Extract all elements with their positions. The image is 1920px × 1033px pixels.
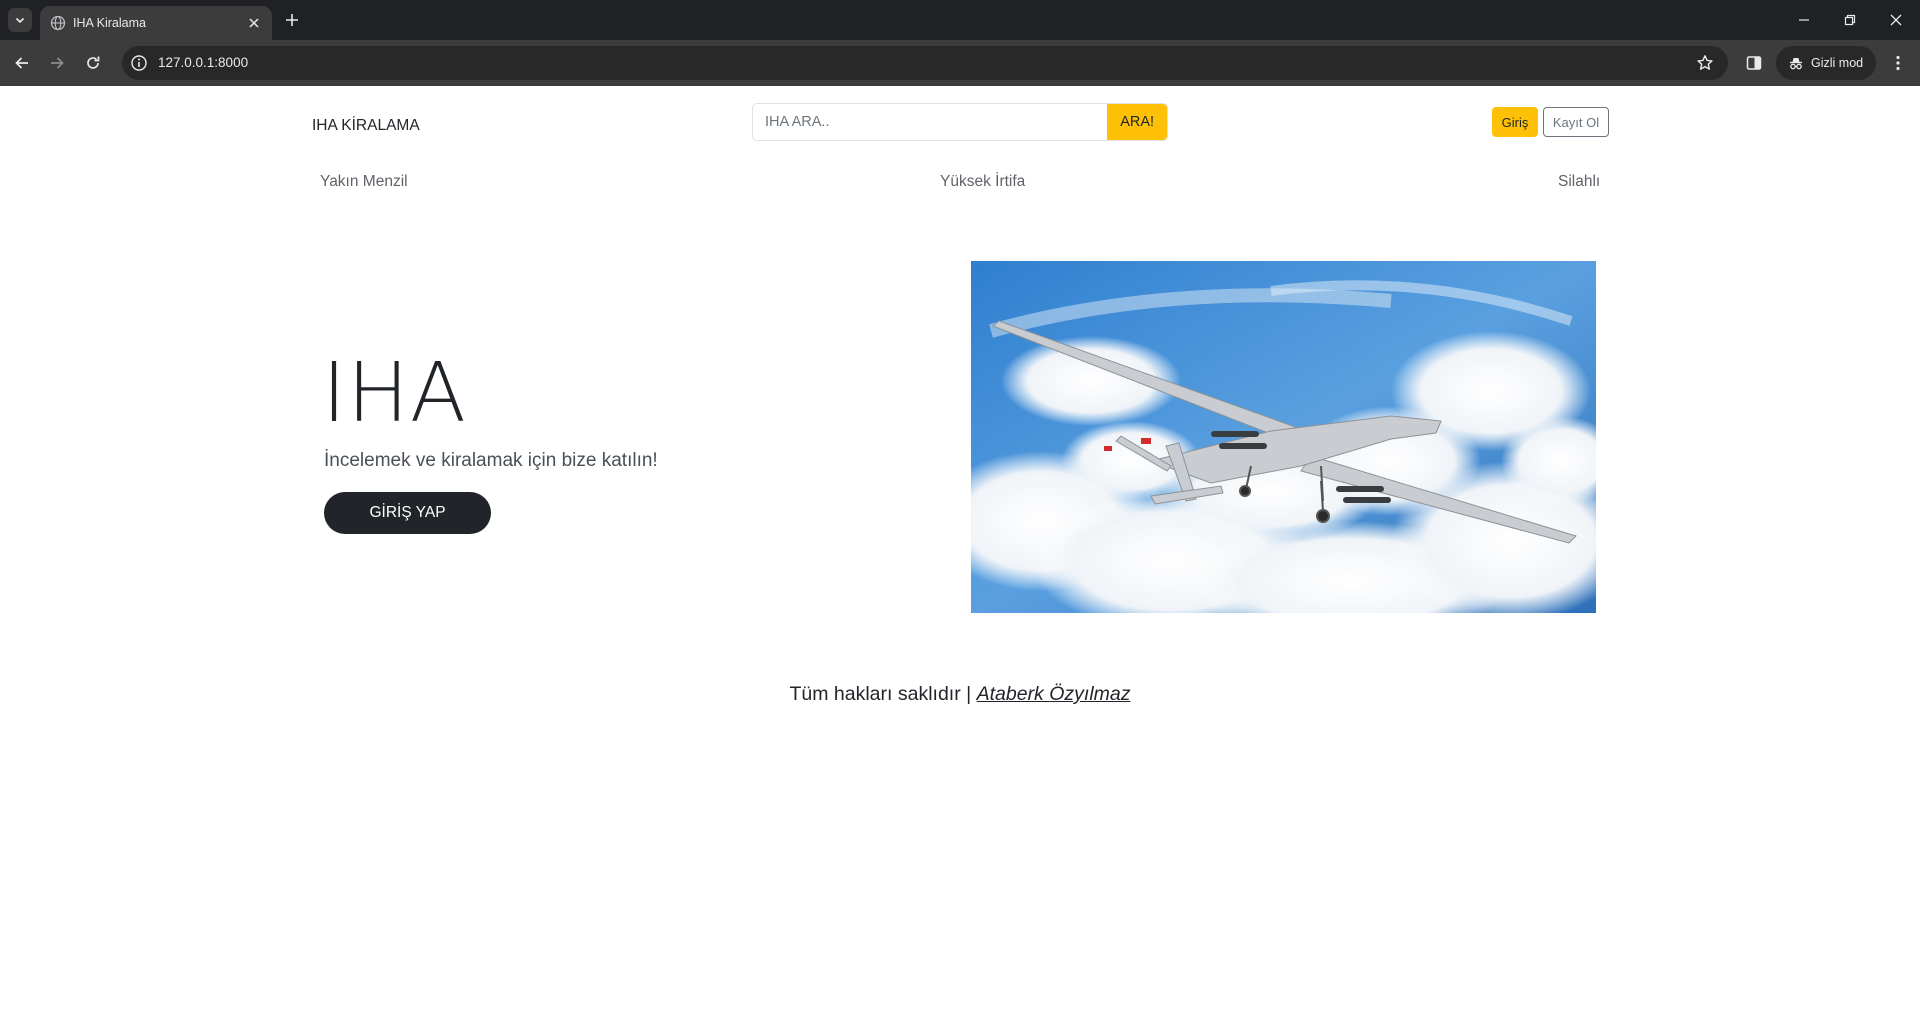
category-link-armed[interactable]: Silahlı — [1558, 172, 1600, 192]
login-button[interactable]: Giriş — [1492, 107, 1538, 137]
side-panel-icon[interactable] — [1744, 53, 1764, 73]
footer-copyright: Tüm hakları saklıdır | — [789, 683, 972, 705]
brand-logo[interactable]: IHA KİRALAMA — [312, 116, 420, 136]
star-icon[interactable] — [1696, 54, 1714, 72]
minimize-icon[interactable] — [1794, 10, 1814, 30]
category-link-short-range[interactable]: Yakın Menzil — [320, 172, 408, 192]
close-icon[interactable] — [246, 15, 262, 31]
window-close-icon[interactable] — [1886, 10, 1906, 30]
tab-search-button[interactable] — [8, 8, 32, 32]
info-icon[interactable] — [130, 54, 148, 72]
url-text[interactable]: 127.0.0.1:8000 — [158, 54, 248, 72]
address-bar[interactable]: 127.0.0.1:8000 — [122, 46, 1728, 80]
hero-login-button[interactable]: GİRİŞ YAP — [324, 492, 491, 534]
globe-icon — [50, 15, 66, 31]
incognito-label: Gizli mod — [1811, 56, 1864, 70]
forward-icon[interactable] — [47, 53, 67, 73]
hero-subtitle: İncelemek ve kiralamak için bize katılın… — [324, 450, 658, 471]
drone-illustration — [971, 261, 1596, 613]
restore-icon[interactable] — [1840, 10, 1860, 30]
tab-strip: IHA Kiralama — [0, 0, 1920, 40]
incognito-icon — [1790, 58, 1802, 70]
page-content: IHA KİRALAMA ARA! Giriş Kayıt Ol Yakın M… — [0, 86, 1920, 1033]
search-button[interactable]: ARA! — [1107, 104, 1167, 140]
reload-icon[interactable] — [83, 53, 103, 73]
incognito-indicator[interactable]: Gizli mod — [1776, 46, 1876, 80]
drone-image — [971, 261, 1596, 613]
back-icon[interactable] — [12, 53, 32, 73]
plus-icon[interactable] — [282, 10, 302, 30]
browser-toolbar: 127.0.0.1:8000 Gizli mod — [0, 40, 1920, 86]
category-link-high-altitude[interactable]: Yüksek İrtifa — [940, 172, 1025, 192]
browser-tab[interactable]: IHA Kiralama — [40, 6, 272, 40]
menu-icon[interactable] — [1888, 53, 1908, 73]
hero-title: IHA — [322, 346, 467, 441]
tab-title: IHA Kiralama — [73, 16, 146, 30]
author-link[interactable]: Ataberk Özyılmaz — [977, 683, 1131, 705]
footer: Tüm hakları saklıdır | Ataberk Özyılmaz — [0, 681, 1920, 707]
search-form: ARA! — [752, 103, 1168, 141]
search-input[interactable] — [753, 104, 1108, 140]
register-button[interactable]: Kayıt Ol — [1543, 107, 1609, 137]
chevron-down-icon — [15, 17, 25, 24]
